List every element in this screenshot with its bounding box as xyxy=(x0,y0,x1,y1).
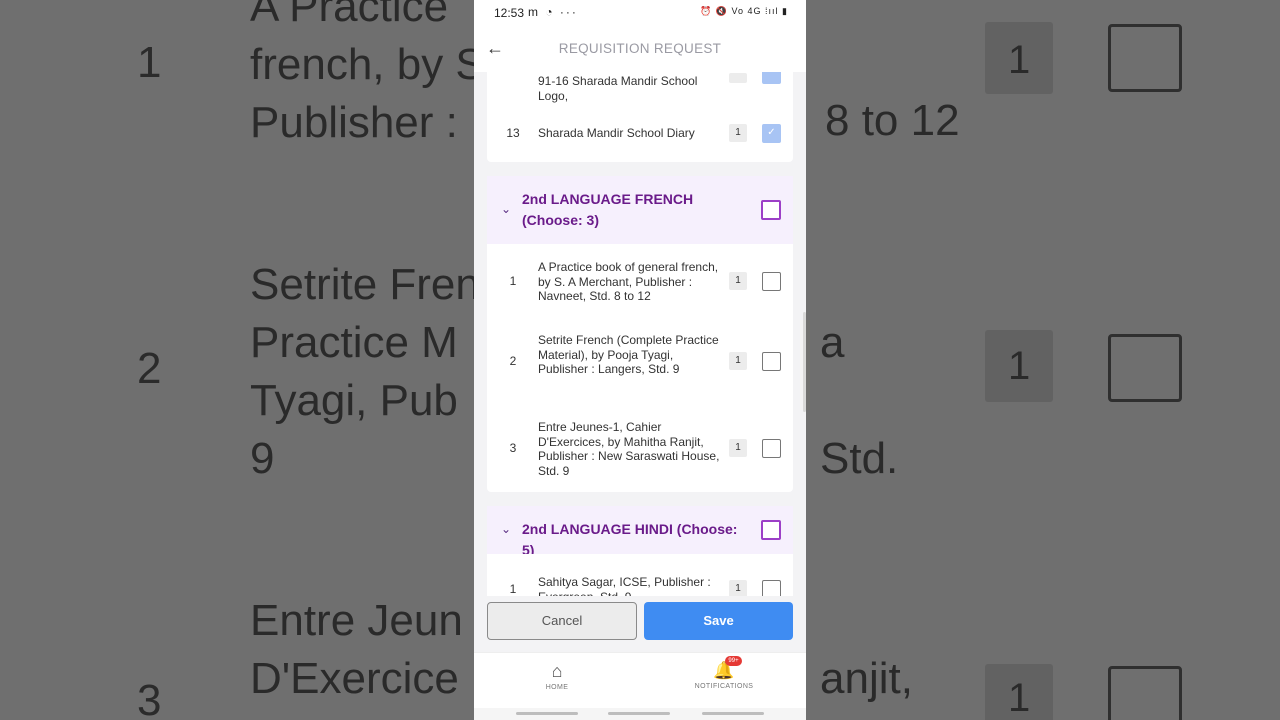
item-checkbox[interactable] xyxy=(762,439,781,458)
chevron-down-icon[interactable]: ⌄ xyxy=(501,522,511,536)
bg-qty-3: 1 xyxy=(1008,676,1031,720)
bg-checkbox-1 xyxy=(1108,24,1182,92)
gesture-bar xyxy=(474,708,806,720)
book-list-card: 91-16 Sharada Mandir School Logo, 13 Sha… xyxy=(487,72,793,162)
nav-notifications[interactable]: 🔔 99+ NOTIFICATIONS xyxy=(686,656,762,690)
status-system-icons: ⏰ 🔇 Vo 4G ⁞ııl ▮ xyxy=(700,6,788,16)
bell-icon: 🔔 99+ xyxy=(713,656,742,681)
item-checkbox[interactable] xyxy=(762,580,781,596)
notification-badge: 99+ xyxy=(725,656,742,666)
bg-qty-1: 1 xyxy=(1008,38,1031,82)
bg-checkbox-3 xyxy=(1108,666,1182,720)
item-title: A Practice book of general french, by S.… xyxy=(538,260,719,304)
bg-text-2: Setrite Fren Practice M Tyagi, Pub 9 xyxy=(250,260,480,483)
save-button[interactable]: Save xyxy=(644,602,793,640)
item-checkbox[interactable]: ✓ xyxy=(762,124,781,143)
item-number: 1 xyxy=(509,274,517,288)
scrollbar[interactable] xyxy=(803,312,806,412)
item-title: Setrite French (Complete Practice Materi… xyxy=(538,333,719,377)
bg-right-2: a Std. xyxy=(820,318,899,483)
quantity-badge: 1 xyxy=(729,124,747,142)
section-items-hindi: 1 Sahitya Sagar, ICSE, Publisher : Everg… xyxy=(487,554,793,596)
bottom-navigation: ⌂ HOME 🔔 99+ NOTIFICATIONS xyxy=(474,652,806,708)
status-bar: 12:53 m ◔ ··· ⏰ 🔇 Vo 4G ⁞ııl ▮ xyxy=(474,0,806,26)
app-bar: ← REQUISITION REQUEST xyxy=(474,26,806,72)
quantity-badge: 1 xyxy=(729,439,747,457)
section-header-french[interactable]: ⌄ 2nd LANGUAGE FRENCH (Choose: 3) xyxy=(487,176,793,244)
status-app-icons: m ◔ ··· xyxy=(528,5,578,19)
section-checkbox[interactable] xyxy=(761,200,781,220)
quantity-badge: 1 xyxy=(729,352,747,370)
bg-text-3: Entre Jeun D'Exercice xyxy=(250,596,463,703)
nav-home-label: HOME xyxy=(545,684,569,691)
item-number: 1 xyxy=(509,582,517,596)
bg-num-2: 2 xyxy=(137,344,162,393)
item-title: Sharada Mandir School Diary xyxy=(538,126,695,140)
home-icon: ⌂ xyxy=(551,661,563,681)
page-title: REQUISITION REQUEST xyxy=(558,41,722,56)
chevron-down-icon[interactable]: ⌄ xyxy=(501,202,511,216)
screen: A Practice french, by S Publisher : 1 8 … xyxy=(0,0,1280,720)
item-number: 2 xyxy=(509,354,517,368)
section-checkbox[interactable] xyxy=(761,520,781,540)
action-footer: Cancel Save xyxy=(474,596,806,652)
phone-screen: 12:53 m ◔ ··· ⏰ 🔇 Vo 4G ⁞ııl ▮ ← REQUISI… xyxy=(474,0,806,720)
item-title: Sahitya Sagar, ICSE, Publisher : Evergre… xyxy=(538,575,711,596)
section-title: 2nd LANGUAGE FRENCH (Choose: 3) xyxy=(522,191,694,228)
bg-right-3: anjit, xyxy=(820,654,913,703)
bg-num-1: 1 xyxy=(137,38,162,87)
item-checkbox[interactable] xyxy=(762,272,781,291)
requisition-list[interactable]: 91-16 Sharada Mandir School Logo, 13 Sha… xyxy=(474,72,806,596)
item-number: 3 xyxy=(509,441,517,455)
nav-notifications-label: NOTIFICATIONS xyxy=(694,683,754,690)
bg-num-3: 3 xyxy=(137,676,162,720)
quantity-badge: 1 xyxy=(729,580,747,596)
item-checkbox[interactable] xyxy=(762,352,781,371)
bg-checkbox-2 xyxy=(1108,334,1182,402)
quantity-badge xyxy=(729,73,747,83)
cancel-button[interactable]: Cancel xyxy=(487,602,637,640)
quantity-badge: 1 xyxy=(729,272,747,290)
bg-right-1: 8 to 12 xyxy=(825,96,960,145)
bg-text-1: A Practice french, by S Publisher : xyxy=(250,0,485,147)
status-time: 12:53 xyxy=(494,6,525,20)
section-items-french: 1 A Practice book of general french, by … xyxy=(487,244,793,492)
section-header-hindi[interactable]: ⌄ 2nd LANGUAGE HINDI (Choose: 5) xyxy=(487,506,793,558)
bg-qty-2: 1 xyxy=(1008,344,1031,388)
item-number: 13 xyxy=(506,126,520,140)
nav-home[interactable]: ⌂ HOME xyxy=(524,661,590,691)
item-checkbox[interactable] xyxy=(762,72,781,84)
item-title: Entre Jeunes-1, Cahier D'Exercices, by M… xyxy=(538,420,720,478)
item-title: 91-16 Sharada Mandir School Logo, xyxy=(538,74,698,103)
